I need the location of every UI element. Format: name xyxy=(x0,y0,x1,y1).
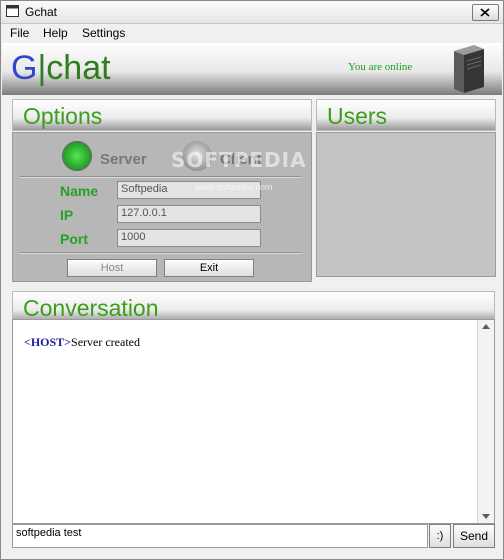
menu-file[interactable]: File xyxy=(10,26,29,40)
menu-bar: File Help Settings xyxy=(1,24,503,43)
options-divider-bottom xyxy=(20,252,301,254)
window-app-icon xyxy=(6,5,19,17)
server-radio[interactable] xyxy=(62,141,92,171)
port-label: Port xyxy=(60,231,88,247)
name-label: Name xyxy=(60,183,99,199)
conversation-log[interactable]: <HOST>Server created xyxy=(12,319,495,524)
server-tower-icon xyxy=(454,45,484,93)
port-field[interactable]: 1000 xyxy=(117,229,261,247)
host-button[interactable]: Host xyxy=(67,259,157,277)
ip-label: IP xyxy=(60,207,74,223)
send-button[interactable]: Send xyxy=(453,524,495,548)
message-sender: <HOST> xyxy=(24,335,72,349)
users-title: Users xyxy=(327,103,388,129)
online-status: You are online xyxy=(348,61,413,73)
options-divider-top xyxy=(20,176,301,178)
logo-separator: | xyxy=(37,49,47,87)
message-text: Server created xyxy=(71,335,140,349)
users-header: Users xyxy=(316,99,496,131)
message-line: <HOST>Server created xyxy=(24,335,140,350)
close-button[interactable] xyxy=(472,4,499,21)
app-header: G|chat You are online xyxy=(2,43,502,95)
scroll-up-icon[interactable] xyxy=(482,324,490,329)
server-radio-label: Server xyxy=(100,151,147,168)
options-header: Options xyxy=(12,99,312,131)
window-title: Gchat xyxy=(25,5,58,19)
gchat-window: Gchat File Help Settings G|chat You are … xyxy=(0,0,504,560)
logo-chat: chat xyxy=(46,49,111,87)
softpedia-watermark: SOFTPEDIA xyxy=(171,148,307,172)
title-bar[interactable]: Gchat xyxy=(1,1,503,24)
logo-g: G xyxy=(11,49,38,87)
close-icon xyxy=(480,8,490,17)
softpedia-watermark-url: www.softpedia.com xyxy=(195,182,273,192)
emoji-button[interactable]: :) xyxy=(429,524,451,548)
users-list[interactable] xyxy=(316,132,496,277)
options-title: Options xyxy=(23,103,103,129)
message-input[interactable]: softpedia test xyxy=(12,524,428,548)
app-logo: G|chat xyxy=(11,49,111,87)
conversation-title: Conversation xyxy=(23,295,159,321)
menu-settings[interactable]: Settings xyxy=(82,26,125,40)
menu-help[interactable]: Help xyxy=(43,26,68,40)
conversation-scrollbar[interactable] xyxy=(477,320,494,523)
scroll-down-icon[interactable] xyxy=(482,514,490,519)
exit-button[interactable]: Exit xyxy=(164,259,254,277)
ip-field[interactable]: 127.0.0.1 xyxy=(117,205,261,223)
